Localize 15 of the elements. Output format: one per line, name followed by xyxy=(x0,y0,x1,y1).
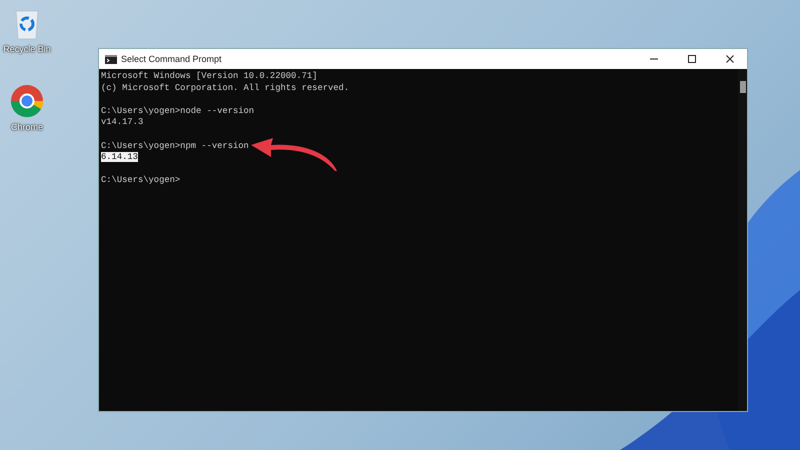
console-line: v14.17.3 xyxy=(101,117,144,128)
console-line: Microsoft Windows [Version 10.0.22000.71] xyxy=(101,71,318,81)
console-line: C:\Users\yogen>npm --version xyxy=(101,140,249,151)
window-title: Select Command Prompt xyxy=(121,54,222,64)
desktop-icon-label: Recycle Bin xyxy=(3,44,51,54)
recycle-bin-icon[interactable] xyxy=(14,8,40,40)
maximize-icon xyxy=(687,54,697,64)
scrollbar[interactable] xyxy=(738,69,747,411)
chrome-icon[interactable] xyxy=(10,84,44,118)
desktop-icon-label: Chrome xyxy=(10,122,43,132)
console-line: (c) Microsoft Corporation. All rights reserved. xyxy=(101,82,350,93)
terminal-icon xyxy=(105,54,117,64)
close-icon xyxy=(725,54,735,64)
console-line: C:\Users\yogen> xyxy=(101,175,180,186)
console-line: C:\Users\yogen>node --version xyxy=(101,106,254,116)
